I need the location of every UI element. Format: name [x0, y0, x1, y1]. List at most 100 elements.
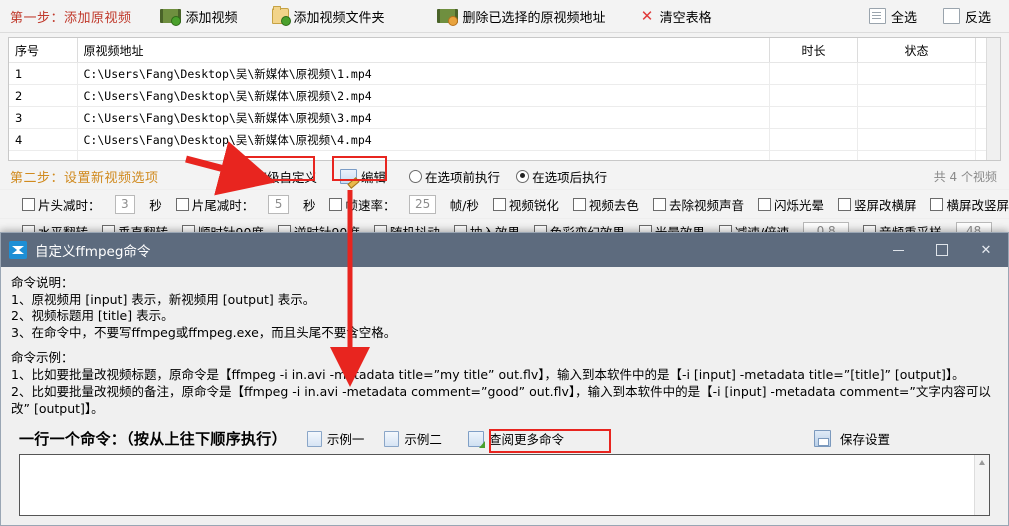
maximize-button[interactable] — [920, 233, 964, 267]
save-settings-button[interactable]: 保存设置 — [813, 429, 890, 448]
description-heading: 命令说明： — [11, 275, 74, 290]
command-instruction: 一行一个命令：（按从上往下顺序执行） — [19, 430, 287, 448]
checkbox-box-icon — [22, 198, 35, 211]
examples-heading: 命令示例： — [11, 350, 74, 365]
cell-path: C:\Users\Fang\Desktop\吴\新媒体\原视频\3.mp4 — [77, 106, 770, 129]
invert-selection-label: 反选 — [964, 10, 991, 26]
example-two-button[interactable]: 示例二 — [384, 429, 442, 448]
radio-execute-after-label: 在选项后执行 — [532, 169, 608, 185]
description-line-2: 2、视频标题用 [title] 表示。 — [11, 308, 174, 323]
cell-status — [857, 106, 976, 129]
add-video-folder-button[interactable]: 添加视频文件夹 — [266, 5, 391, 28]
cell-index: 2 — [9, 84, 78, 107]
dialog-titlebar[interactable]: 自定义ffmpeg命令 ✕ — [1, 233, 1008, 267]
radio-execute-after[interactable]: 在选项后执行 — [516, 167, 607, 186]
checkbox-box-icon — [492, 198, 506, 211]
radio-execute-before-label: 在选项前执行 — [425, 169, 501, 185]
dialog-title: 自定义ffmpeg命令 — [35, 244, 151, 260]
clear-table-label: 清空表格 — [659, 10, 712, 26]
command-toolbar: 一行一个命令：（按从上往下顺序执行） 示例一 示例二 查阅更多命令 保存设置 — [19, 427, 998, 450]
cell-index: 1 — [9, 62, 78, 85]
head-trim-unit: 秒 — [149, 198, 162, 213]
edit-button-label: 编辑 — [361, 169, 387, 185]
invert-selection-icon — [942, 8, 960, 24]
frame-rate-input[interactable]: 25 — [409, 195, 436, 214]
advanced-custom-checkbox[interactable]: 高级自定义 — [238, 167, 318, 186]
cell-path: C:\Users\Fang\Desktop\吴\新媒体\原视频\1.mp4 — [77, 62, 770, 85]
close-button[interactable]: ✕ — [964, 233, 1008, 267]
top-toolbar: 第一步：添加原视频 添加视频 添加视频文件夹 删除已选择的原视频地址 ✕ 清空表… — [0, 0, 1009, 33]
vertical-to-horizontal-checkbox[interactable]: 竖屏改横屏 — [837, 195, 916, 214]
example-one-label: 示例一 — [326, 432, 365, 447]
folder-add-icon — [271, 6, 291, 26]
clear-table-button[interactable]: ✕ 清空表格 — [634, 5, 718, 28]
radio-execute-before[interactable]: 在选项前执行 — [409, 167, 500, 186]
ffmpeg-command-dialog: 自定义ffmpeg命令 ✕ 命令说明： 1、原视频用 [input] 表示，新视… — [0, 232, 1009, 526]
add-video-folder-label: 添加视频文件夹 — [293, 10, 385, 26]
edit-icon — [340, 168, 358, 184]
head-trim-checkbox[interactable]: 片头减时： — [22, 195, 101, 214]
invert-selection-button[interactable]: 反选 — [937, 5, 997, 28]
window-controls: ✕ — [876, 233, 1008, 267]
cell-index: 4 — [9, 128, 78, 151]
add-video-label: 添加视频 — [185, 10, 238, 26]
examples-block: 命令示例： 1、比如要批量改视频标题，原命令是【ffmpeg -i in.avi… — [11, 349, 998, 417]
external-link-icon — [467, 430, 485, 448]
remove-audio-checkbox[interactable]: 去除视频声音 — [652, 195, 744, 214]
edit-button[interactable]: 编辑 — [335, 166, 391, 187]
tail-trim-input[interactable]: 5 — [268, 195, 289, 214]
table-row-empty[interactable] — [9, 150, 1000, 160]
cell-status — [857, 62, 976, 85]
frame-rate-label: 帧速率： — [345, 198, 396, 213]
radio-circle-selected-icon — [516, 169, 530, 183]
example-1: 1、比如要批量改视频标题，原命令是【ffmpeg -i in.avi -meta… — [11, 367, 965, 382]
table-row[interactable]: 4 C:\Users\Fang\Desktop\吴\新媒体\原视频\4.mp4 — [9, 128, 1000, 151]
tail-trim-checkbox[interactable]: 片尾减时： — [175, 195, 255, 214]
head-trim-label: 片头减时： — [38, 198, 101, 213]
video-table[interactable]: 序号 原视频地址 时长 状态 1 C:\Users\Fang\Desktop\吴… — [8, 37, 1001, 161]
add-video-button[interactable]: 添加视频 — [154, 5, 244, 28]
sharpen-checkbox[interactable]: 视频锐化 — [492, 195, 559, 214]
advanced-custom-label: 高级自定义 — [254, 169, 318, 185]
tail-trim-label: 片尾减时： — [191, 198, 255, 213]
example-one-button[interactable]: 示例一 — [306, 429, 365, 448]
table-row[interactable]: 3 C:\Users\Fang\Desktop\吴\新媒体\原视频\3.mp4 — [9, 106, 1000, 129]
more-commands-button[interactable]: 查阅更多命令 — [462, 427, 570, 450]
cell-path — [77, 150, 770, 160]
horizontal-to-vertical-label: 横屏改竖屏 — [946, 198, 1009, 213]
checkbox-box-icon — [757, 198, 771, 211]
frame-rate-checkbox[interactable]: 帧速率： — [329, 195, 395, 214]
minimize-button[interactable] — [876, 233, 920, 267]
select-all-icon — [868, 8, 886, 24]
header-status[interactable]: 状态 — [857, 38, 976, 63]
head-trim-input[interactable]: 3 — [114, 195, 136, 214]
command-textarea[interactable] — [19, 454, 990, 516]
header-index[interactable]: 序号 — [9, 38, 78, 63]
video-count-label: 共 4 个视频 — [933, 169, 997, 184]
scroll-icon — [384, 430, 400, 447]
horizontal-to-vertical-checkbox[interactable]: 横屏改竖屏 — [930, 195, 1009, 214]
main-window: 第一步：添加原视频 添加视频 添加视频文件夹 删除已选择的原视频地址 ✕ 清空表… — [0, 0, 1009, 240]
cell-index: 3 — [9, 106, 78, 129]
table-row[interactable]: 1 C:\Users\Fang\Desktop\吴\新媒体\原视频\1.mp4 — [9, 62, 1000, 85]
decolor-checkbox[interactable]: 视频去色 — [572, 195, 639, 214]
checkbox-box-icon — [329, 198, 343, 211]
textarea-scrollbar[interactable] — [974, 455, 989, 515]
table-row[interactable]: 2 C:\Users\Fang\Desktop\吴\新媒体\原视频\2.mp4 — [9, 84, 1000, 107]
delete-selected-button[interactable]: 删除已选择的原视频地址 — [431, 5, 612, 28]
table-header-row: 序号 原视频地址 时长 状态 — [9, 38, 1000, 63]
flicker-halo-checkbox[interactable]: 闪烁光晕 — [757, 195, 824, 214]
header-path[interactable]: 原视频地址 — [77, 38, 770, 63]
cell-path: C:\Users\Fang\Desktop\吴\新媒体\原视频\2.mp4 — [77, 84, 770, 107]
cell-duration — [769, 128, 858, 151]
step-2-label: 第二步：设置新视频选项 — [10, 170, 159, 186]
cell-status — [857, 84, 976, 107]
flicker-halo-label: 闪烁光晕 — [773, 198, 824, 213]
select-all-button[interactable]: 全选 — [863, 5, 923, 28]
header-duration[interactable]: 时长 — [769, 38, 858, 63]
application-root: 第一步：添加原视频 添加视频 添加视频文件夹 删除已选择的原视频地址 ✕ 清空表… — [0, 0, 1009, 526]
cell-duration — [769, 62, 858, 85]
table-scrollbar[interactable] — [986, 38, 1000, 160]
example-2: 2、比如要批量改视频的备注，原命令是【ffmpeg -i in.avi -met… — [11, 384, 991, 416]
delete-selected-label: 删除已选择的原视频地址 — [462, 10, 606, 26]
